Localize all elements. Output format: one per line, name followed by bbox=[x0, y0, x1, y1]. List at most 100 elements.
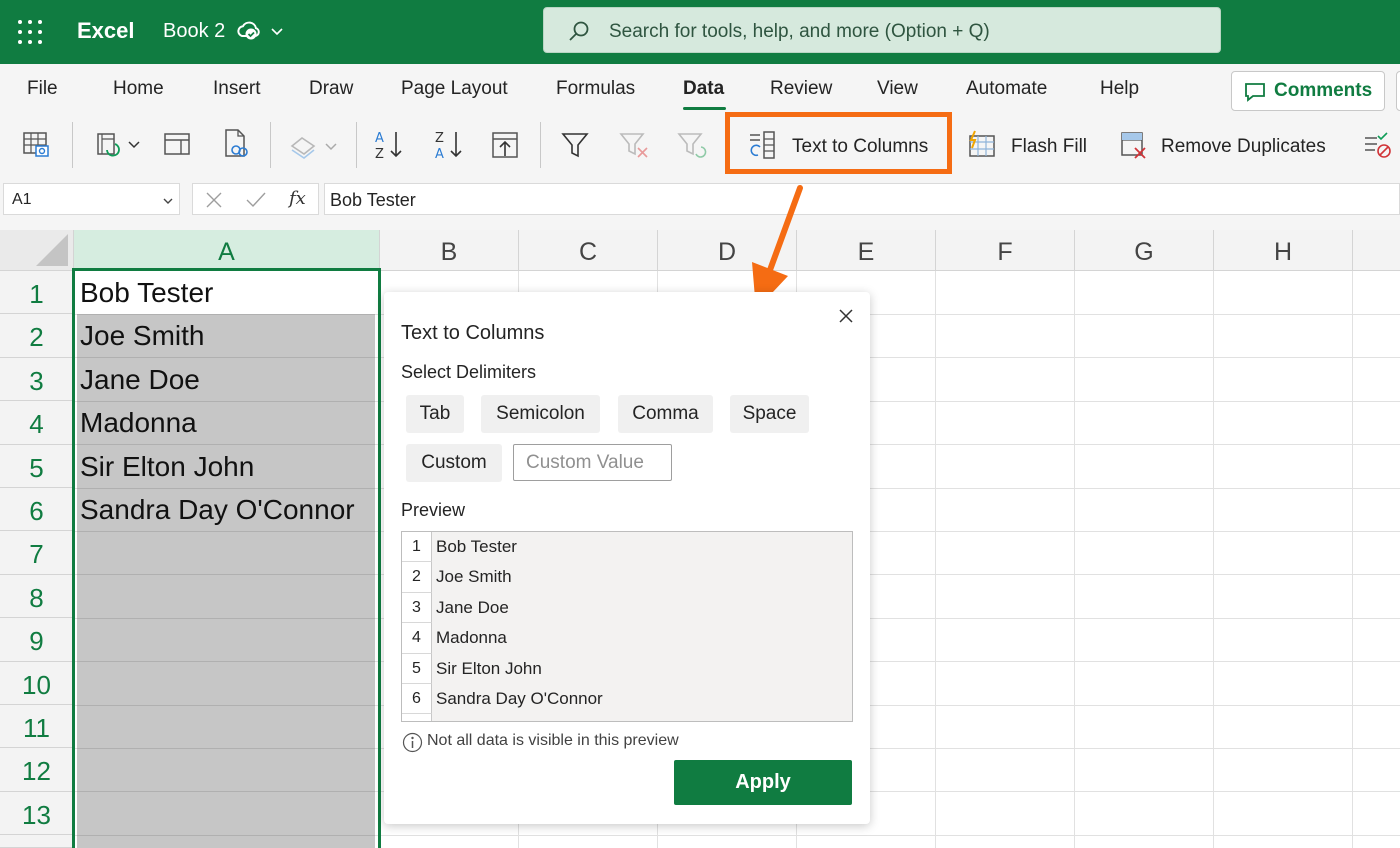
row-header[interactable]: 12 bbox=[0, 748, 74, 792]
row-header[interactable]: 6 bbox=[0, 488, 74, 532]
delimiter-comma-button[interactable]: Comma bbox=[618, 395, 713, 433]
tab-review[interactable]: Review bbox=[770, 78, 832, 100]
row-header[interactable]: 5 bbox=[0, 444, 74, 488]
name-box[interactable]: A1 bbox=[3, 183, 180, 215]
row-header[interactable]: 8 bbox=[0, 574, 74, 619]
queries-connections-icon[interactable] bbox=[163, 130, 191, 160]
reapply-filter-icon[interactable] bbox=[676, 130, 708, 160]
svg-text:Z: Z bbox=[435, 131, 444, 146]
flash-fill-button[interactable]: Flash Fill bbox=[1011, 136, 1087, 158]
search-box[interactable]: Search for tools, help, and more (Option… bbox=[543, 7, 1221, 53]
data-validation-icon[interactable] bbox=[1362, 130, 1392, 160]
chevron-down-icon[interactable] bbox=[162, 195, 174, 207]
tab-home[interactable]: Home bbox=[113, 78, 164, 100]
close-icon[interactable] bbox=[837, 307, 855, 325]
column-header-h[interactable]: H bbox=[1214, 230, 1353, 271]
tab-data[interactable]: Data bbox=[683, 78, 724, 100]
svg-text:A: A bbox=[375, 131, 384, 146]
remove-duplicates-button[interactable]: Remove Duplicates bbox=[1161, 136, 1326, 158]
cell-a2[interactable]: Joe Smith bbox=[80, 320, 205, 352]
delimiter-custom-button[interactable]: Custom bbox=[406, 444, 502, 482]
row-header[interactable]: 4 bbox=[0, 401, 74, 445]
preview-row-number bbox=[402, 714, 432, 721]
cell-a4[interactable]: Madonna bbox=[80, 407, 197, 439]
column-header-e[interactable]: E bbox=[797, 230, 936, 271]
delimiter-space-button[interactable]: Space bbox=[730, 395, 809, 433]
data-types-icon[interactable] bbox=[288, 132, 343, 162]
column-header-g[interactable]: G bbox=[1075, 230, 1214, 271]
row-header[interactable]: 10 bbox=[0, 661, 74, 705]
comment-icon bbox=[1245, 83, 1265, 102]
row-header[interactable]: 9 bbox=[0, 618, 74, 662]
column-header-a[interactable]: A bbox=[74, 230, 380, 271]
name-box-value: A1 bbox=[12, 191, 32, 208]
row-header[interactable]: 7 bbox=[0, 531, 74, 575]
tab-file[interactable]: File bbox=[27, 78, 58, 100]
apply-button[interactable]: Apply bbox=[674, 760, 852, 805]
search-placeholder: Search for tools, help, and more (Option… bbox=[609, 21, 990, 42]
share-button[interactable] bbox=[1396, 71, 1400, 111]
app-name[interactable]: Excel bbox=[77, 18, 135, 44]
filter-icon[interactable] bbox=[560, 130, 590, 160]
ribbon-separator bbox=[540, 122, 541, 168]
chevron-down-icon[interactable] bbox=[270, 24, 284, 38]
preview-row-number: 1 bbox=[402, 532, 432, 563]
svg-text:Z: Z bbox=[375, 147, 384, 162]
tab-formulas[interactable]: Formulas bbox=[556, 78, 635, 100]
comments-button[interactable]: Comments bbox=[1231, 71, 1385, 111]
workbook-name[interactable]: Book 2 bbox=[163, 20, 225, 43]
preview-row-value: Sir Elton John bbox=[436, 658, 542, 678]
row-header[interactable]: 2 bbox=[0, 314, 74, 358]
tab-help[interactable]: Help bbox=[1100, 78, 1139, 100]
column-header-b[interactable]: B bbox=[380, 230, 519, 271]
tab-page-layout[interactable]: Page Layout bbox=[401, 78, 508, 100]
preview-row-number: 6 bbox=[402, 684, 432, 715]
app-launcher-icon[interactable] bbox=[18, 20, 42, 44]
clear-filter-icon[interactable] bbox=[618, 130, 650, 160]
svg-text:A: A bbox=[435, 147, 444, 162]
get-data-icon[interactable] bbox=[22, 130, 52, 160]
custom-value-input[interactable]: Custom Value bbox=[513, 444, 672, 481]
row-header-partial[interactable] bbox=[0, 835, 74, 848]
preview-row-number: 2 bbox=[402, 562, 432, 593]
column-header-c[interactable]: C bbox=[519, 230, 658, 271]
flash-fill-icon[interactable] bbox=[966, 130, 998, 160]
cell-a3[interactable]: Jane Doe bbox=[80, 364, 200, 396]
cell-a5[interactable]: Sir Elton John bbox=[80, 451, 254, 483]
tab-draw[interactable]: Draw bbox=[309, 78, 353, 100]
preview-row: 1 Bob Tester bbox=[402, 532, 852, 563]
preview-heading: Preview bbox=[401, 500, 466, 520]
insert-function-button[interactable]: fx bbox=[289, 188, 306, 209]
row-header[interactable]: 13 bbox=[0, 791, 74, 836]
cancel-icon[interactable] bbox=[205, 191, 223, 209]
preview-table[interactable]: 1 Bob Tester 2 Joe Smith 3 Jane Doe 4 Ma… bbox=[401, 531, 853, 722]
tab-insert[interactable]: Insert bbox=[213, 78, 261, 100]
formula-controls: fx bbox=[192, 183, 319, 215]
row-header[interactable]: 11 bbox=[0, 705, 74, 749]
formula-input[interactable]: Bob Tester bbox=[324, 183, 1400, 215]
row-header[interactable]: 3 bbox=[0, 357, 74, 402]
remove-duplicates-icon[interactable] bbox=[1118, 130, 1150, 160]
preview-row: 6 Sandra Day O'Connor bbox=[402, 684, 852, 715]
cell-a1[interactable]: Bob Tester bbox=[80, 277, 213, 309]
select-all-corner[interactable] bbox=[0, 230, 74, 271]
text-to-columns-button[interactable]: Text to Columns bbox=[792, 136, 928, 158]
enter-icon[interactable] bbox=[245, 191, 267, 209]
column-header-partial[interactable] bbox=[1353, 230, 1400, 271]
tab-automate[interactable]: Automate bbox=[966, 78, 1047, 100]
cloud-saved-icon[interactable] bbox=[236, 20, 260, 42]
delimiter-semicolon-button[interactable]: Semicolon bbox=[481, 395, 600, 433]
row-header[interactable]: 1 bbox=[0, 271, 74, 315]
preview-row-number: 5 bbox=[402, 653, 432, 684]
column-header-f[interactable]: F bbox=[936, 230, 1075, 271]
preview-row-value: Jane Doe bbox=[436, 597, 509, 617]
sort-a-to-z-icon[interactable]: A Z bbox=[372, 128, 406, 162]
sort-z-to-a-icon[interactable]: Z A bbox=[432, 128, 466, 162]
text-to-columns-icon[interactable] bbox=[746, 129, 778, 161]
tab-view[interactable]: View bbox=[877, 78, 918, 100]
custom-sort-icon[interactable] bbox=[490, 130, 520, 160]
delimiter-tab-button[interactable]: Tab bbox=[406, 395, 464, 433]
cell-a6[interactable]: Sandra Day O'Connor bbox=[80, 494, 355, 526]
refresh-all-icon[interactable] bbox=[95, 130, 143, 160]
workbook-links-icon[interactable] bbox=[222, 128, 252, 160]
